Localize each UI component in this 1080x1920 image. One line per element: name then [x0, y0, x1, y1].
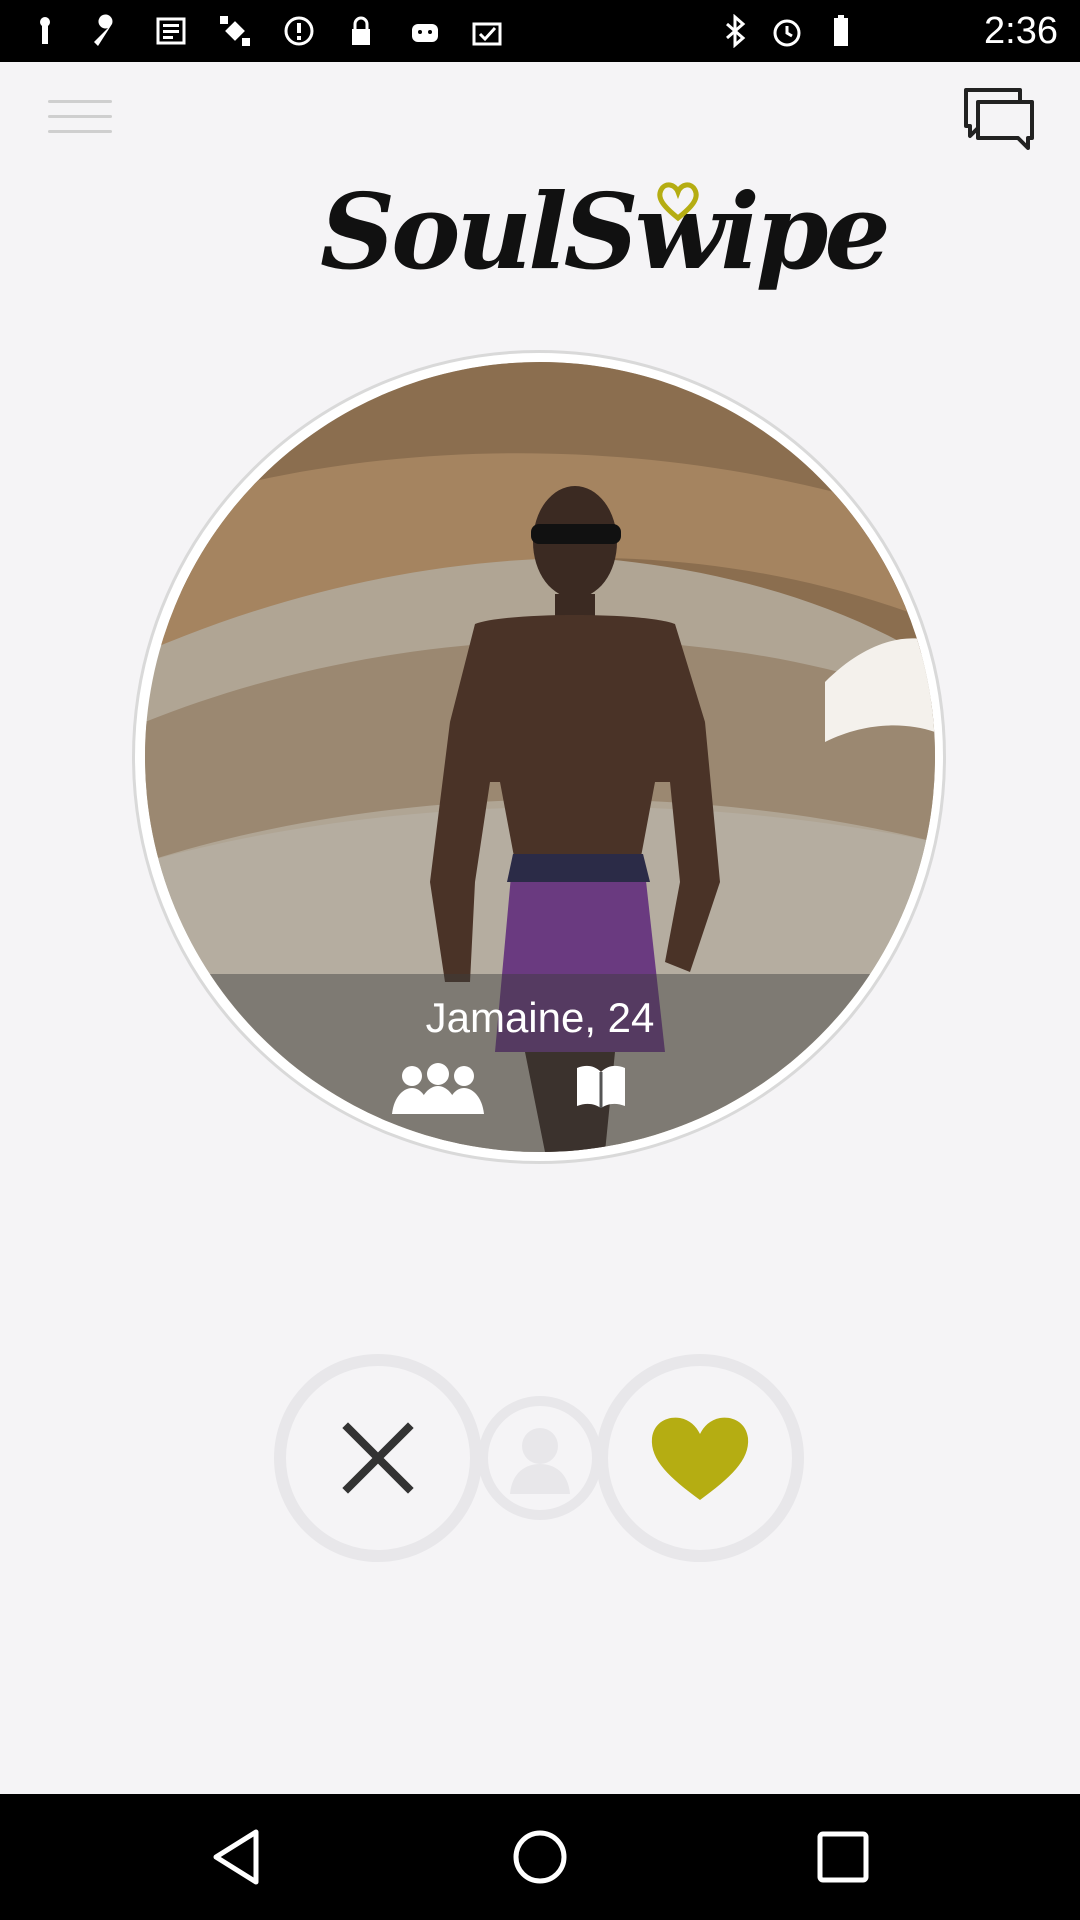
alarm-icon	[773, 19, 801, 47]
android-icon	[412, 24, 438, 42]
back-icon[interactable]	[202, 1822, 272, 1892]
system-nav-bar	[0, 1794, 1080, 1920]
battery-icon	[834, 15, 848, 46]
notification-icon	[40, 17, 50, 44]
app-logo: SoulSwipe	[320, 170, 891, 320]
close-icon	[342, 1422, 414, 1494]
friends-icon[interactable]	[390, 1062, 486, 1116]
like-button[interactable]	[596, 1354, 804, 1562]
recents-icon[interactable]	[808, 1822, 878, 1892]
logo-heart-icon	[657, 182, 699, 222]
heart-icon	[651, 1417, 749, 1500]
person-icon	[510, 1428, 570, 1494]
status-time: 2:36	[984, 10, 1058, 52]
profile-name-age: Jamaine, 24	[425, 994, 655, 1041]
view-profile-button[interactable]	[478, 1396, 602, 1520]
wrench-icon	[94, 14, 113, 47]
status-bar: 2:36	[0, 0, 1080, 62]
chat-icon[interactable]	[962, 82, 1036, 156]
profile-card[interactable]: Jamaine, 24	[145, 362, 935, 1152]
task-icon	[472, 22, 502, 46]
data-saver-icon	[284, 16, 314, 46]
bluetooth-icon	[726, 14, 746, 48]
lock-icon	[352, 16, 370, 45]
home-icon[interactable]	[505, 1822, 575, 1892]
fake-gps-icon	[220, 16, 250, 46]
hamburger-menu-icon[interactable]	[48, 100, 112, 140]
book-icon[interactable]	[573, 1062, 629, 1110]
news-icon	[156, 17, 186, 45]
dislike-button[interactable]	[274, 1354, 482, 1562]
logo-text: SoulSwipe	[320, 170, 891, 293]
